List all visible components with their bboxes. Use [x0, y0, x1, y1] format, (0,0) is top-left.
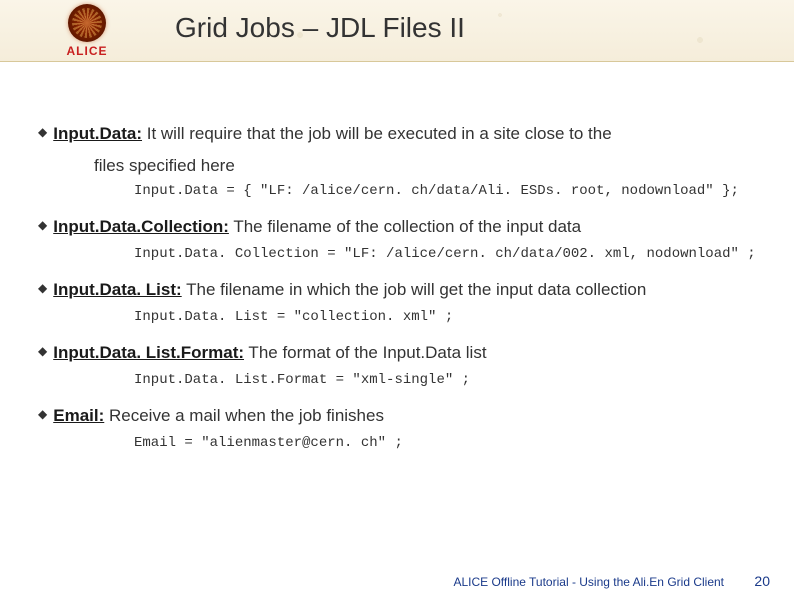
bullet-marker-icon: ◆ [38, 344, 47, 358]
bullet-desc: Receive a mail when the job finishes [104, 406, 384, 425]
bullet-item: ◆ Input.Data.Collection: The filename of… [38, 213, 756, 240]
bullet-desc: The format of the Input.Data list [244, 343, 487, 362]
slide-content: ◆ Input.Data: It will require that the j… [38, 120, 756, 465]
bullet-desc: The filename in which the job will get t… [182, 280, 647, 299]
alice-logo-text: ALICE [67, 44, 108, 58]
bullet-text: Input.Data.Collection: The filename of t… [53, 213, 581, 240]
bullet-term: Input.Data: [53, 124, 142, 143]
code-sample: Input.Data. List.Format = "xml-single" ; [134, 372, 756, 388]
code-sample: Input.Data. List = "collection. xml" ; [134, 309, 756, 325]
footer-text: ALICE Offline Tutorial - Using the Ali.E… [453, 575, 724, 589]
bullet-marker-icon: ◆ [38, 281, 47, 295]
bullet-term: Input.Data.Collection: [53, 217, 229, 236]
bullet-text: Email: Receive a mail when the job finis… [53, 402, 384, 429]
slide-title: Grid Jobs – JDL Files II [175, 12, 465, 44]
bullet-desc: It will require that the job will be exe… [142, 124, 612, 143]
bullet-text: Input.Data. List: The filename in which … [53, 276, 646, 303]
bullet-item: ◆ Email: Receive a mail when the job fin… [38, 402, 756, 429]
bullet-desc: The filename of the collection of the in… [229, 217, 581, 236]
bullet-text: Input.Data. List.Format: The format of t… [53, 339, 486, 366]
alice-logo-icon [68, 4, 106, 42]
bullet-item: ◆ Input.Data: It will require that the j… [38, 120, 756, 147]
bullet-marker-icon: ◆ [38, 125, 47, 139]
page-number: 20 [754, 573, 770, 589]
bullet-marker-icon: ◆ [38, 407, 47, 421]
code-sample: Input.Data = { "LF: /alice/cern. ch/data… [134, 183, 756, 199]
bullet-term: Email: [53, 406, 104, 425]
bullet-desc-continued: files specified here [94, 153, 756, 179]
alice-logo: ALICE [50, 4, 124, 60]
bullet-marker-icon: ◆ [38, 218, 47, 232]
bullet-item: ◆ Input.Data. List: The filename in whic… [38, 276, 756, 303]
code-sample: Email = "alienmaster@cern. ch" ; [134, 435, 756, 451]
bullet-term: Input.Data. List: [53, 280, 181, 299]
bullet-text: Input.Data: It will require that the job… [53, 120, 611, 147]
bullet-term: Input.Data. List.Format: [53, 343, 244, 362]
bullet-item: ◆ Input.Data. List.Format: The format of… [38, 339, 756, 366]
code-sample: Input.Data. Collection = "LF: /alice/cer… [134, 246, 756, 262]
